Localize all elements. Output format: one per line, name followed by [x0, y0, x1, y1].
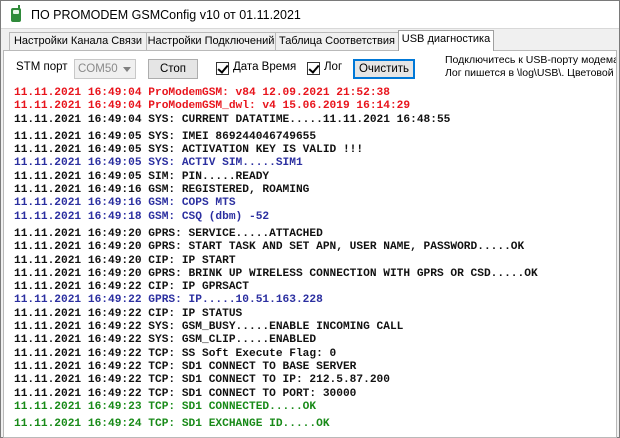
log-line: 11.11.2021 16:49:05 SYS: IMEI 8692440467… — [14, 130, 317, 143]
stm-port-label: STM порт — [16, 61, 68, 73]
chevron-down-icon[interactable] — [123, 67, 131, 72]
clear-button[interactable]: Очистить — [353, 59, 415, 79]
log-label[interactable]: Лог — [324, 61, 342, 73]
log-output[interactable]: 11.11.2021 16:49:04 ProModemGSM: v84 12.… — [4, 87, 616, 437]
log-line: 11.11.2021 16:49:20 CIP: IP START — [14, 254, 236, 267]
log-line: 11.11.2021 16:49:05 SYS: ACTIVATION KEY … — [14, 144, 364, 157]
log-line: 11.11.2021 16:49:22 SYS: GSM_CLIP.....EN… — [14, 334, 317, 347]
log-line: 11.11.2021 16:49:20 GPRS: SERVICE.....AT… — [14, 227, 323, 240]
stop-button[interactable]: Стоп — [148, 59, 198, 79]
log-line: 11.11.2021 16:49:22 TCP: SD1 CONNECT TO … — [14, 360, 357, 373]
log-line: 11.11.2021 16:49:22 TCP: SD1 CONNECT TO … — [14, 387, 357, 400]
window-title: ПО PROMODEM GSMConfig v10 от 01.11.2021 — [31, 7, 301, 22]
log-line: 11.11.2021 16:49:20 GPRS: BRINK UP WIREL… — [14, 267, 538, 280]
log-line: 11.11.2021 16:49:24 TCP: SD1 EXCHANGE ID… — [14, 418, 330, 431]
log-line: 11.11.2021 16:49:22 TCP: SS Soft Execute… — [14, 347, 337, 360]
hint-line-2: Лог пишется в \log\USB\. Цветовой — [445, 67, 614, 79]
log-line: 11.11.2021 16:49:04 SYS: CURRENT DATATIM… — [14, 113, 451, 126]
tab-channel-settings[interactable]: Настройки Канала Связи — [9, 32, 147, 50]
log-line: 11.11.2021 16:49:20 GPRS: START TASK AND… — [14, 241, 525, 254]
tab-mapping-table[interactable]: Таблица Соответствия — [275, 32, 399, 50]
usb-diagnostics-panel: STM порт COM50 Стоп Дата Время Лог Очист… — [3, 50, 617, 438]
hint-line-1: Подключитесь к USB-порту модема — [445, 54, 616, 66]
log-line: 11.11.2021 16:49:22 GPRS: IP.....10.51.1… — [14, 294, 323, 307]
log-line: 11.11.2021 16:49:16 GSM: COPS MTS — [14, 197, 236, 210]
app-window: ПО PROMODEM GSMConfig v10 от 01.11.2021 … — [0, 0, 620, 438]
log-line: 11.11.2021 16:49:23 TCP: SD1 CONNECTED..… — [14, 400, 317, 413]
log-line: 11.11.2021 16:49:22 SYS: GSM_BUSY.....EN… — [14, 321, 404, 334]
log-line: 11.11.2021 16:49:04 ProModemGSM: v84 12.… — [14, 87, 390, 99]
hint-text: Подключитесь к USB-порту модема Лог пише… — [445, 54, 616, 84]
port-select[interactable]: COM50 — [74, 59, 136, 79]
log-line: 11.11.2021 16:49:16 GSM: REGISTERED, ROA… — [14, 184, 310, 197]
log-line: 11.11.2021 16:49:22 CIP: IP GPRSACT — [14, 281, 249, 294]
log-line: 11.11.2021 16:49:05 SYS: ACTIV SIM.....S… — [14, 157, 303, 170]
port-select-value: COM50 — [78, 63, 118, 75]
tab-connection-settings[interactable]: Настройки Подключений — [146, 32, 276, 50]
log-line: 11.11.2021 16:49:22 TCP: SD1 CONNECT TO … — [14, 374, 390, 387]
log-line: 11.11.2021 16:49:05 SIM: PIN.....READY — [14, 170, 270, 183]
title-bar: ПО PROMODEM GSMConfig v10 от 01.11.2021 — [1, 1, 619, 29]
phone-icon — [9, 4, 23, 23]
log-line: 11.11.2021 16:49:22 CIP: IP STATUS — [14, 307, 243, 320]
toolbar: STM порт COM50 Стоп Дата Время Лог Очист… — [4, 51, 616, 85]
log-checkbox[interactable] — [307, 62, 320, 75]
datetime-label[interactable]: Дата Время — [233, 61, 296, 73]
log-line: 11.11.2021 16:49:18 GSM: CSQ (dbm) -52 — [14, 210, 270, 223]
tab-usb-diagnostics[interactable]: USB диагностика — [398, 30, 494, 51]
tab-strip: Настройки Канала Связи Настройки Подключ… — [1, 30, 619, 51]
log-line: 11.11.2021 16:49:04 ProModemGSM_dwl: v4 … — [14, 100, 411, 113]
datetime-checkbox[interactable] — [216, 62, 229, 75]
